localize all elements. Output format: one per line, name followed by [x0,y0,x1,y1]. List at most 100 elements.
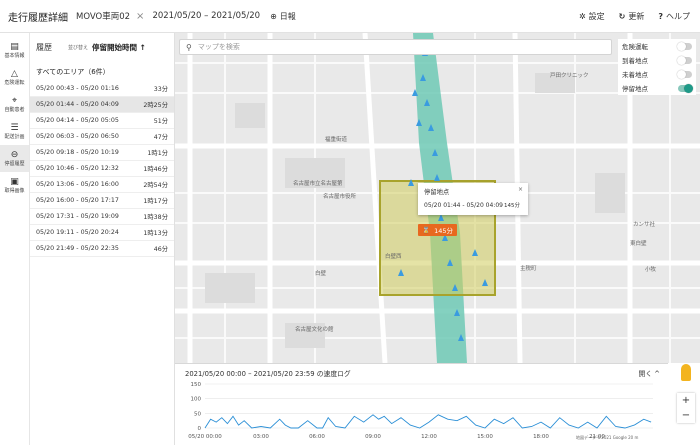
toggle-label: 開く [638,370,653,378]
stop-range: 05/20 06:03 - 05/20 06:50 [36,133,119,140]
y-tick-label: 150 [191,382,202,388]
stop-range: 05/20 09:18 - 05/20 10:19 [36,149,119,156]
location-target-icon: ⌖ [11,96,18,106]
x-tick-label: 09:00 [365,434,381,440]
warning-icon: △ [11,69,18,79]
stop-duration: 47分 [153,134,168,141]
sort-selector[interactable]: 停留開始時間 ↑ [92,42,146,53]
settings-label: 設定 [588,12,605,21]
list-item[interactable]: 05/20 09:18 - 05/20 10:19 1時1分 [30,145,174,161]
stop-range: 05/20 10:46 - 05/20 12:32 [36,165,119,172]
list-item[interactable]: 05/20 00:43 - 05/20 01:16 33分 [30,81,174,97]
settings-button[interactable]: ✲ 設定 [579,11,605,22]
zoom-in-button[interactable]: + [682,395,690,406]
nav-item-basic-info[interactable]: ▤ 基本情報 [0,37,29,64]
list-item[interactable]: 05/20 13:06 - 05/20 16:00 2時54分 [30,177,174,193]
vehicle-selector[interactable]: MOVO車両02 [76,10,130,22]
nav-item-stop-history[interactable]: ⊖ 停留履歴 [0,145,29,172]
stop-icon: ⊖ [10,150,19,160]
sort-value: 停留開始時間 [92,42,138,52]
stop-duration: 1時46分 [143,166,168,173]
image-icon: ▣ [10,177,19,187]
map-label: 福重街道 [325,135,348,143]
help-icon: ? [658,12,663,21]
list-item[interactable]: 05/20 06:03 - 05/20 06:50 47分 [30,129,174,145]
x-tick-label: 15:00 [477,434,493,440]
nav-item-danger-driving[interactable]: △ 危険運転 [0,64,29,91]
layer-toggle[interactable] [677,41,692,51]
stop-duration: 1時17分 [143,198,168,205]
help-label: ヘルプ [666,12,690,21]
map-label: カンサ社 [633,220,656,228]
close-icon[interactable]: × [518,186,523,193]
layer-not-arrived: 未着地点 [618,67,696,81]
layer-arrived: 到着地点 [618,53,696,67]
y-tick-label: 100 [191,397,202,403]
y-tick-label: 50 [194,411,201,417]
list-icon: ☰ [10,123,19,133]
x-tick-label: 12:00 [421,434,437,440]
layer-toggle[interactable] [678,83,693,93]
street-view-icon[interactable] [681,364,691,381]
speed-log-title: 2021/05/20 00:00 – 2021/05/20 23:59 の速度ロ… [185,370,351,378]
refresh-button[interactable]: ↻ 更新 [619,11,645,22]
gear-icon: ✲ [578,12,586,21]
map-label: 名古屋市立名古屋第 [293,179,343,187]
map-search-input[interactable]: ⚲ マップを検索 [179,39,612,55]
daily-report-button[interactable]: ⊕ 日報 [270,11,296,22]
nav-label: 配送計画 [4,134,25,140]
popup-title: 停留地点 [424,189,450,196]
chevron-up-icon: ^ [654,370,660,378]
stop-duration: 1時13分 [143,230,168,237]
stop-duration: 1時1分 [147,150,168,157]
stop-range: 05/20 13:06 - 05/20 16:00 [36,181,119,188]
speed-series-line [204,414,652,429]
nav-label: 基本情報 [4,53,25,59]
stop-duration: 46分 [153,246,168,253]
help-button[interactable]: ? ヘルプ [658,11,690,22]
layer-toggles: 危険運転 到着地点 未着地点 停留地点 [618,39,696,95]
map-credits: 地図データ ©2021 Google 20 m [576,435,639,440]
stop-duration: 2時25分 [143,102,168,109]
nav-label: 自動患者 [4,107,25,113]
nav-item-auto[interactable]: ⌖ 自動患者 [0,91,29,118]
nav-label: 取得画像 [4,188,25,194]
panel-title: 履歴 [36,42,52,52]
history-panel: 履歴 並び替え 停留開始時間 ↑ すべてのエリア（6件） 05/20 00:43… [30,33,175,445]
stop-duration: 51分 [153,118,168,125]
stop-range: 05/20 21:49 - 05/20 22:35 [36,245,119,252]
popup-duration: 145分 [504,203,520,209]
nav-label: 危険運転 [4,80,25,86]
zoom-control: + − [677,393,695,423]
nav-item-delivery-plan[interactable]: ☰ 配送計画 [0,118,29,145]
stop-range: 05/20 00:43 - 05/20 01:16 [36,85,119,92]
x-tick-label: 05/20 00:00 [188,434,222,440]
daily-report-label: 日報 [279,11,296,21]
list-item[interactable]: 05/20 16:00 - 05/20 17:17 1時17分 [30,193,174,209]
speed-log-toggle[interactable]: 開く ^ [639,368,660,378]
refresh-label: 更新 [628,12,645,21]
layer-label: 到着地点 [622,57,648,65]
stop-popup: 停留地点 05/20 01:44 - 05/20 04:09 × 145分 [418,183,528,215]
layer-toggle[interactable] [677,69,692,79]
list-item[interactable]: 05/20 17:31 - 05/20 19:09 1時38分 [30,209,174,225]
nav-item-images[interactable]: ▣ 取得画像 [0,172,29,199]
date-range-picker[interactable]: 2021/05/20 – 2021/05/20 [152,11,260,21]
zoom-out-button[interactable]: − [682,410,690,421]
list-item[interactable]: 05/20 21:49 - 05/20 22:35 46分 [30,241,174,257]
left-nav: ▤ 基本情報 △ 危険運転 ⌖ 自動患者 ☰ 配送計画 ⊖ 停留履歴 ▣ 取得画像 [0,33,30,445]
layer-stop: 停留地点 [618,81,696,95]
history-list: 05/20 00:43 - 05/20 01:16 33分 05/20 01:44 … [30,81,174,257]
arrow-up-icon: ↑ [139,42,146,52]
hourglass-icon: ⌛ [422,226,431,234]
list-item[interactable]: 05/20 10:46 - 05/20 12:32 1時46分 [30,161,174,177]
list-item[interactable]: 05/20 19:11 - 05/20 20:24 1時13分 [30,225,174,241]
map-label: 主税町 [520,264,537,272]
x-tick-label: 03:00 [253,434,269,440]
stop-marker[interactable]: ⌛ 145分 [418,224,458,236]
list-item[interactable]: 05/20 04:14 - 05/20 05:05 51分 [30,113,174,129]
document-icon: ▤ [10,42,19,52]
close-icon[interactable]: × [136,11,144,22]
layer-toggle[interactable] [677,55,692,65]
list-item[interactable]: 05/20 01:44 - 05/20 04:09 2時25分 [30,97,174,113]
